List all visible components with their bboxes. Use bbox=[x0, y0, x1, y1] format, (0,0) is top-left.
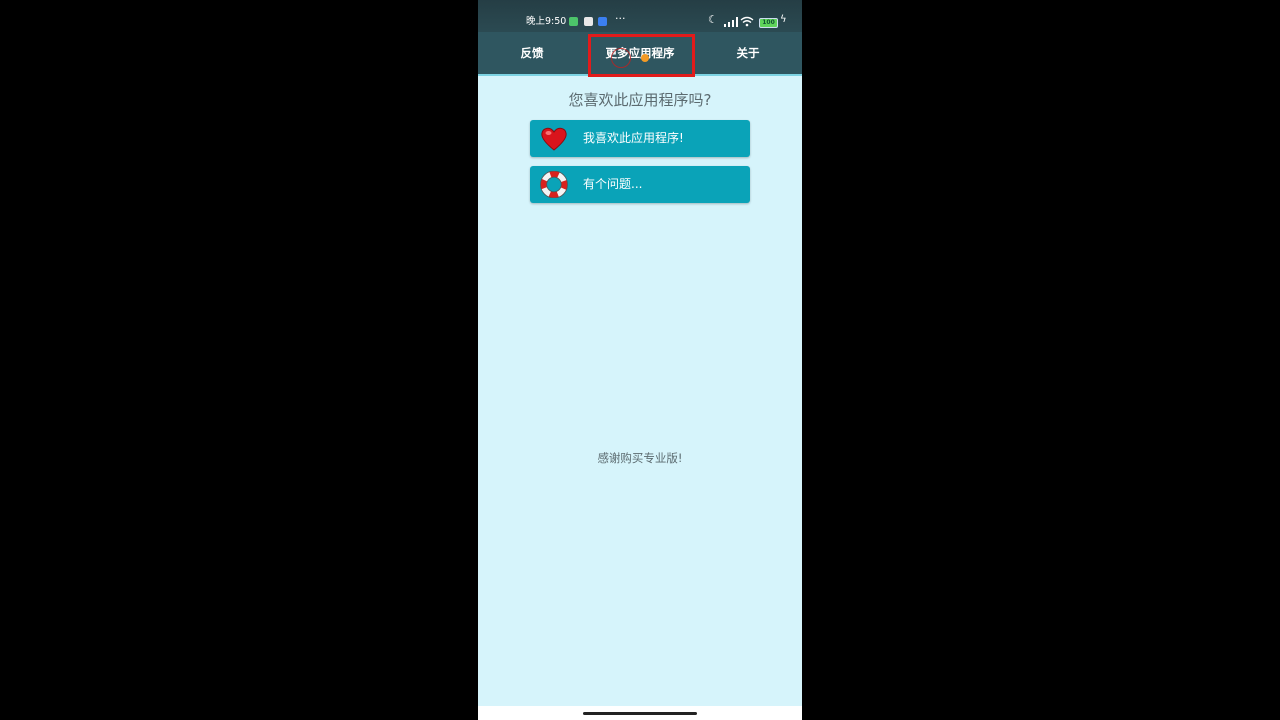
tab-bar: 反馈 更多应用程序 关于 bbox=[478, 32, 802, 77]
app-notification-icon-2 bbox=[598, 17, 607, 26]
touch-point-icon bbox=[641, 54, 649, 62]
home-gesture-handle[interactable] bbox=[583, 712, 697, 715]
status-time: 晚上9:50 bbox=[526, 16, 567, 27]
heart-icon bbox=[541, 127, 567, 151]
thanks-message: 感谢购买专业版! bbox=[597, 451, 683, 465]
like-button-label: 我喜欢此应用程序! bbox=[583, 131, 684, 145]
lifebuoy-icon bbox=[540, 171, 568, 198]
status-bar: 晚上9:50 ··· ☾ 100 ϟ bbox=[478, 0, 802, 32]
app-notification-icon bbox=[584, 17, 593, 26]
wechat-notification-icon bbox=[569, 17, 578, 26]
tab-about[interactable]: 关于 bbox=[694, 32, 802, 74]
battery-icon: 100 bbox=[759, 18, 778, 28]
signal-icon bbox=[724, 17, 738, 27]
phone-screen: 晚上9:50 ··· ☾ 100 ϟ 反馈 更多应用程序 关于 您喜欢此应用程序… bbox=[478, 0, 802, 720]
have-problem-button[interactable]: 有个问题... bbox=[530, 166, 750, 203]
tab-feedback[interactable]: 反馈 bbox=[478, 32, 586, 74]
tap-indicator-icon bbox=[611, 48, 631, 68]
like-app-button[interactable]: 我喜欢此应用程序! bbox=[530, 120, 750, 157]
question-heading: 您喜欢此应用程序吗? bbox=[568, 91, 712, 109]
moon-icon: ☾ bbox=[708, 13, 718, 26]
problem-button-label: 有个问题... bbox=[583, 177, 643, 191]
more-notifications-icon: ··· bbox=[615, 12, 626, 25]
wifi-icon bbox=[740, 16, 754, 27]
highlight-box bbox=[588, 34, 695, 77]
charging-icon: ϟ bbox=[780, 14, 787, 25]
navigation-bar bbox=[478, 706, 802, 720]
